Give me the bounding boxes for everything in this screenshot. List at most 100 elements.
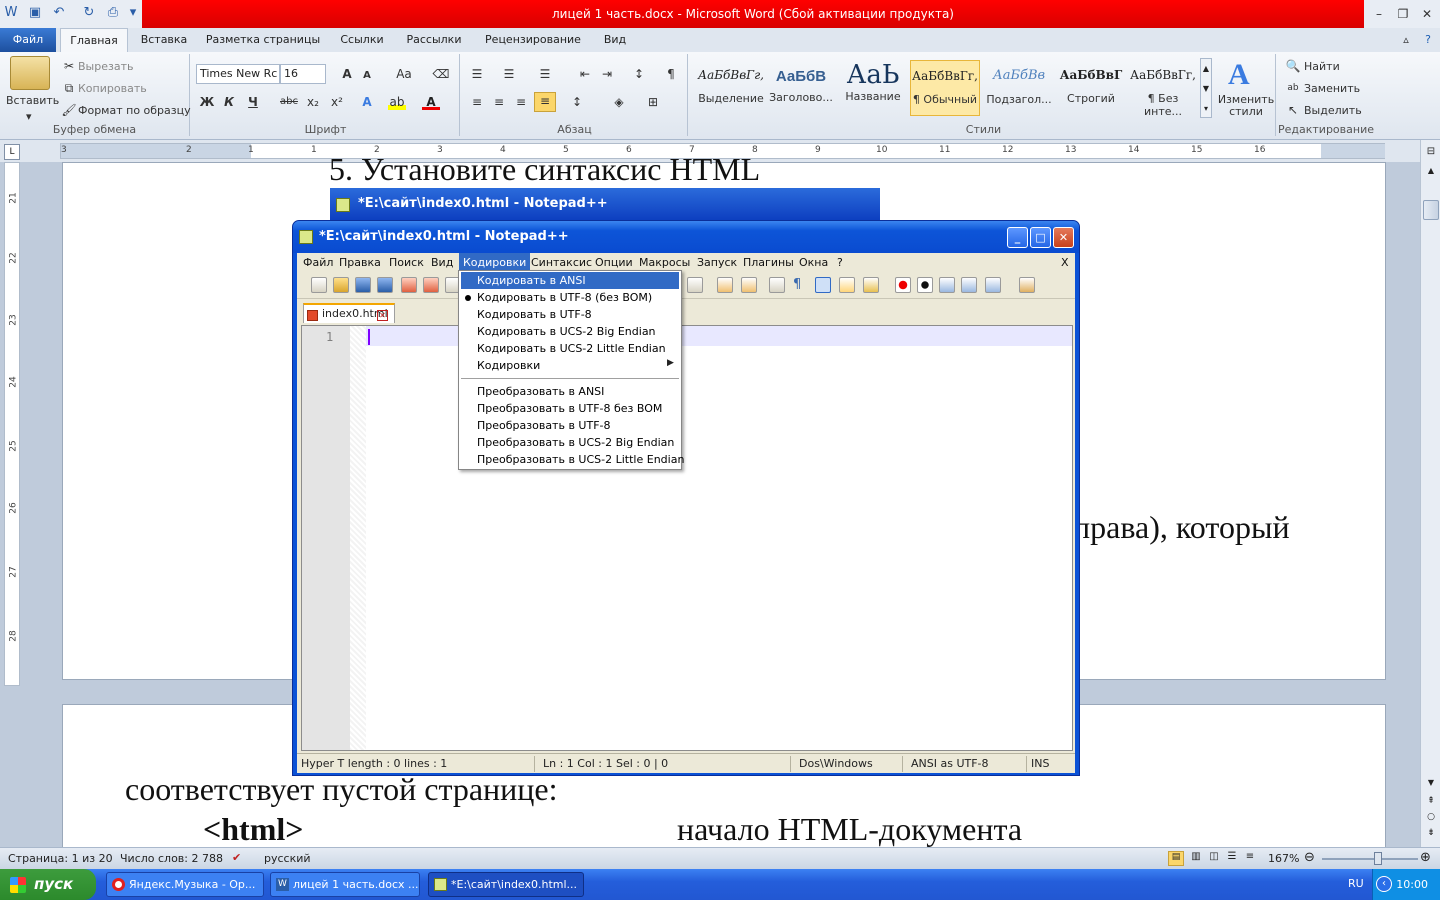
- select-button[interactable]: Выделить: [1304, 104, 1362, 117]
- superscript-icon[interactable]: x²: [326, 94, 348, 110]
- taskbar-notepad[interactable]: *E:\сайт\index0.html...: [428, 872, 584, 897]
- help-icon[interactable]: ?: [1418, 28, 1438, 52]
- decrease-indent-icon[interactable]: ⇤: [576, 66, 594, 82]
- redo-icon[interactable]: ↻: [80, 4, 98, 22]
- language-indicator[interactable]: RU: [1348, 877, 1364, 890]
- tab-view[interactable]: Вид: [596, 28, 634, 52]
- notepad-title-bar[interactable]: *E:\сайт\index0.html - Notepad++: [293, 221, 1079, 253]
- replace-icon[interactable]: ab: [1284, 80, 1302, 96]
- zoom-level[interactable]: 167%: [1268, 852, 1299, 865]
- copy-icon[interactable]: ⧉: [60, 80, 78, 96]
- show-all-chars-icon[interactable]: ¶: [793, 277, 801, 292]
- menu-help[interactable]: ?: [833, 253, 847, 273]
- qat-customize-icon[interactable]: ▾: [124, 4, 142, 22]
- underline-icon[interactable]: Ч: [244, 94, 262, 110]
- print-layout-icon[interactable]: ▤: [1168, 851, 1184, 866]
- strikethrough-icon[interactable]: abc: [278, 94, 300, 110]
- font-color-icon[interactable]: A: [422, 94, 440, 110]
- tab-insert[interactable]: Вставка: [136, 28, 192, 52]
- ruler-toggle-icon[interactable]: ⊟: [1424, 146, 1438, 162]
- menu-plugins[interactable]: Плагины: [739, 253, 798, 273]
- tab-page-layout[interactable]: Разметка страницы: [200, 28, 326, 52]
- text-effects-icon[interactable]: A: [358, 94, 376, 110]
- menu-item-convert-utf8-nobom[interactable]: Преобразовать в UTF-8 без BOM: [461, 400, 679, 417]
- indent-guide-icon[interactable]: [815, 277, 831, 293]
- style-heading[interactable]: АаБбВ Заголово...: [766, 60, 836, 116]
- italic-icon[interactable]: К: [220, 94, 238, 110]
- save-icon[interactable]: ▣: [26, 4, 44, 22]
- new-file-icon[interactable]: [311, 277, 327, 293]
- menu-run[interactable]: Запуск: [693, 253, 741, 273]
- stop-macro-icon[interactable]: [917, 277, 933, 293]
- reading-layout-icon[interactable]: ▥: [1188, 851, 1204, 866]
- menu-item-convert-ucs2-be[interactable]: Преобразовать в UCS-2 Big Endian: [461, 434, 679, 451]
- highlight-icon[interactable]: ab: [388, 94, 406, 110]
- menu-item-encode-ansi[interactable]: Кодировать в ANSI: [461, 272, 679, 289]
- tab-home[interactable]: Главная: [60, 28, 128, 53]
- select-icon[interactable]: ↖: [1284, 102, 1302, 118]
- fold-margin[interactable]: [350, 326, 366, 750]
- grow-font-icon[interactable]: A: [338, 66, 356, 82]
- tab-stop-selector[interactable]: L: [4, 144, 20, 160]
- browse-object-icon[interactable]: ○: [1424, 812, 1438, 826]
- notepad-maximize-icon[interactable]: □: [1030, 227, 1051, 248]
- tray-expand-icon[interactable]: ‹: [1376, 876, 1392, 892]
- notepad-minimize-icon[interactable]: _: [1007, 227, 1028, 248]
- restore-icon[interactable]: ❐: [1390, 5, 1416, 23]
- zoom-slider-thumb[interactable]: [1374, 852, 1382, 865]
- style-title[interactable]: АаЬ Название: [838, 60, 908, 116]
- style-subtitle[interactable]: АаБбВв Подзагол...: [984, 60, 1054, 116]
- draft-icon[interactable]: ≡: [1242, 851, 1258, 866]
- notepad-editor[interactable]: 1: [301, 325, 1073, 751]
- menu-search[interactable]: Поиск: [385, 253, 428, 273]
- prev-page-icon[interactable]: ⇞: [1424, 796, 1438, 810]
- numbering-icon[interactable]: ☰: [500, 66, 518, 82]
- user-lang-icon[interactable]: [839, 277, 855, 293]
- borders-icon[interactable]: ⊞: [644, 94, 662, 110]
- line-spacing-icon[interactable]: ↕: [568, 94, 586, 110]
- subscript-icon[interactable]: x₂: [302, 94, 324, 110]
- menu-item-charsets[interactable]: Кодировки: [461, 357, 679, 374]
- close-all-icon[interactable]: [423, 277, 439, 293]
- multilevel-list-icon[interactable]: ☰: [536, 66, 554, 82]
- vertical-ruler[interactable]: 21 22 23 24 25 26 27 28: [4, 162, 20, 686]
- minimize-icon[interactable]: –: [1366, 5, 1392, 23]
- launch-browser-icon[interactable]: [1019, 277, 1035, 293]
- sort-icon[interactable]: ↕: [630, 66, 648, 82]
- close-file-icon[interactable]: [401, 277, 417, 293]
- align-center-icon[interactable]: ≡: [490, 94, 508, 110]
- play-macro-icon[interactable]: [939, 277, 955, 293]
- style-no-spacing[interactable]: АаБбВвГг, ¶ Без инте...: [1128, 60, 1198, 118]
- outline-icon[interactable]: ☰: [1224, 851, 1240, 866]
- shrink-font-icon[interactable]: A: [358, 68, 376, 84]
- record-macro-icon[interactable]: [895, 277, 911, 293]
- word-logo-icon[interactable]: W: [2, 4, 20, 22]
- save-all-icon[interactable]: [377, 277, 393, 293]
- vertical-scrollbar[interactable]: ⊟ ▲ ▼ ⇞ ○ ⇟: [1420, 140, 1440, 847]
- tab-close-icon[interactable]: ✕: [377, 310, 388, 321]
- menu-item-encode-utf8[interactable]: Кодировать в UTF-8: [461, 306, 679, 323]
- run-macro-multiple-icon[interactable]: [961, 277, 977, 293]
- zoom-out-file-icon[interactable]: [741, 277, 757, 293]
- save-file-icon[interactable]: [355, 277, 371, 293]
- proofing-icon[interactable]: ✔: [232, 851, 241, 864]
- align-left-icon[interactable]: ≡: [468, 94, 486, 110]
- clock[interactable]: 10:00: [1396, 878, 1428, 891]
- background-window-title[interactable]: *E:\сайт\index0.html - Notepad++: [330, 188, 880, 220]
- menu-item-convert-utf8[interactable]: Преобразовать в UTF-8: [461, 417, 679, 434]
- format-painter-icon[interactable]: 🖌: [60, 102, 78, 118]
- font-name-combo[interactable]: Times New Rc: [196, 64, 280, 84]
- style-strong[interactable]: АаБбВвГ Строгий: [1056, 60, 1126, 116]
- menu-view[interactable]: Вид: [427, 253, 457, 273]
- save-macro-icon[interactable]: [985, 277, 1001, 293]
- clear-format-icon[interactable]: ⌫: [432, 66, 450, 82]
- menu-windows[interactable]: Окна: [795, 253, 832, 273]
- find-icon[interactable]: 🔍: [1284, 58, 1302, 74]
- tab-review[interactable]: Рецензирование: [478, 28, 588, 52]
- cut-button[interactable]: Вырезать: [78, 60, 133, 73]
- zoom-in-file-icon[interactable]: [717, 277, 733, 293]
- paste-dropdown-icon[interactable]: ▾: [26, 110, 32, 123]
- menu-edit[interactable]: Правка: [335, 253, 385, 273]
- open-file-icon[interactable]: [333, 277, 349, 293]
- font-size-combo[interactable]: 16: [280, 64, 326, 84]
